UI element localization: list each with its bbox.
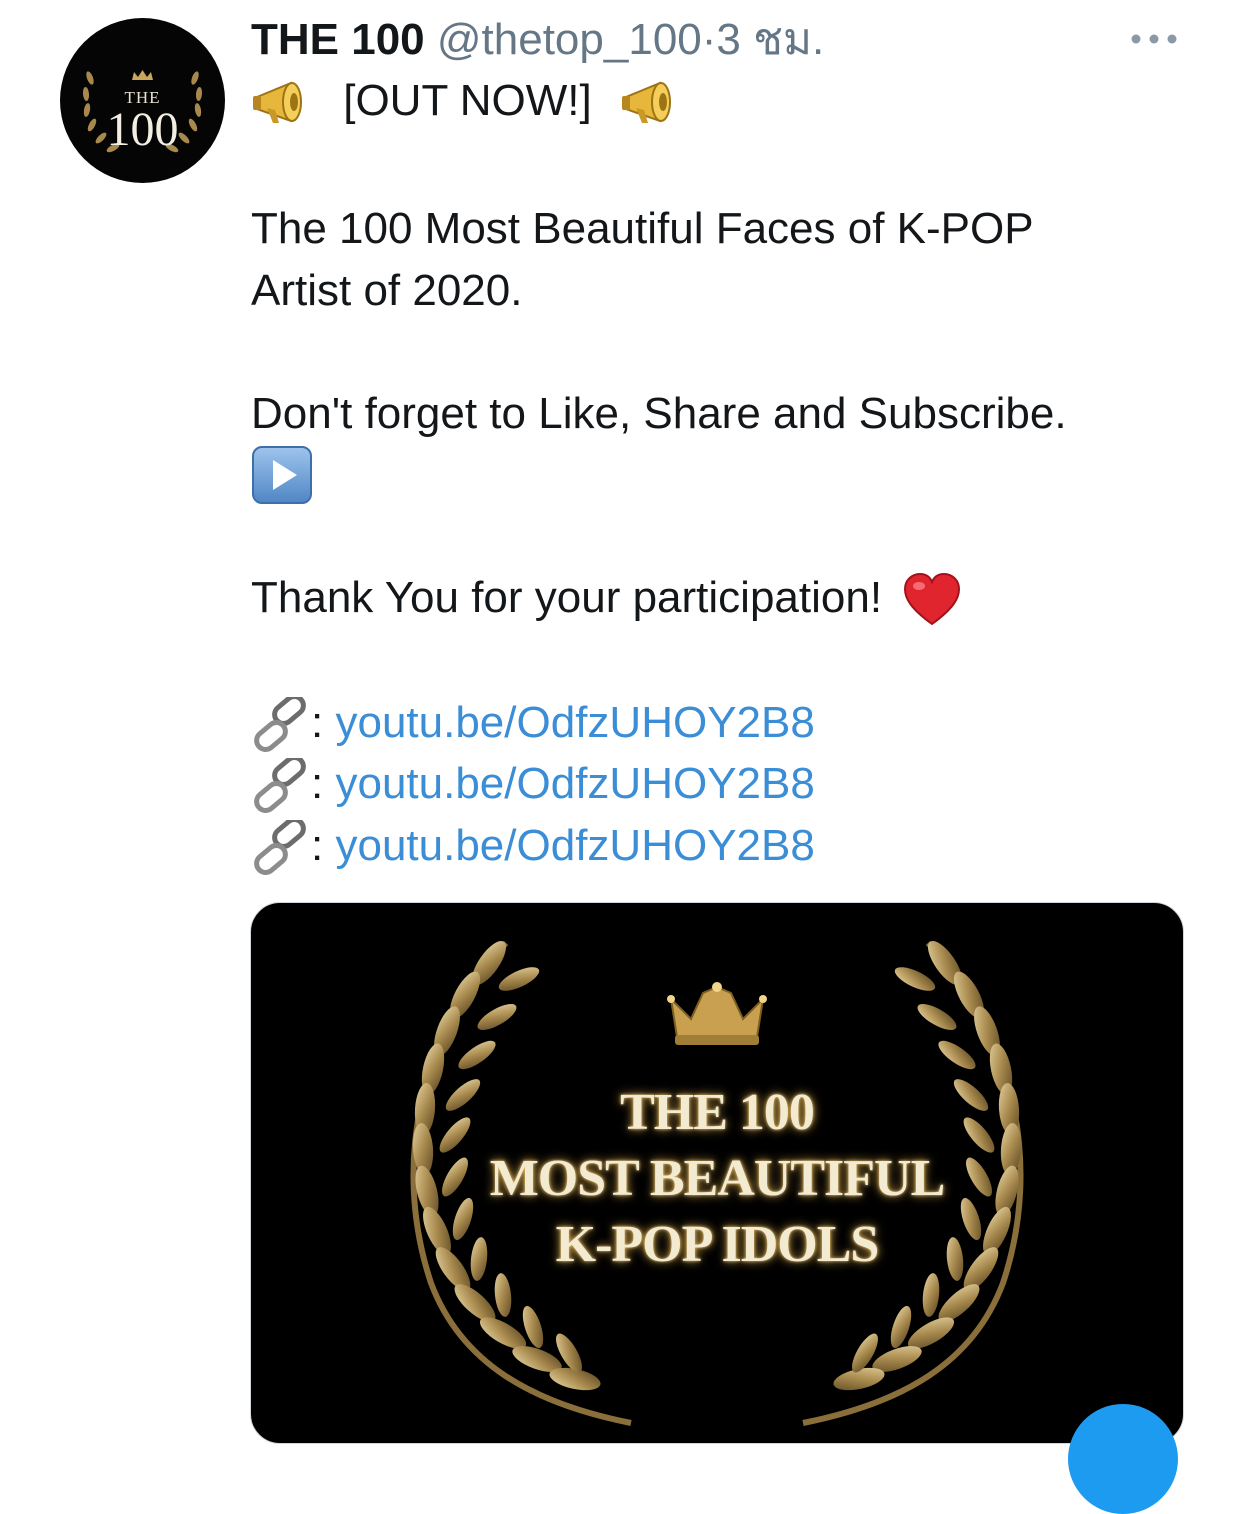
crown-icon bbox=[667, 982, 767, 1045]
link-prefix: : bbox=[311, 759, 324, 808]
tweet-thanks-line: Thank You for your participation! bbox=[251, 570, 962, 628]
avatar[interactable]: THE 100 bbox=[60, 18, 225, 183]
media-title-line: THE 100 bbox=[620, 1084, 815, 1141]
media-title-line: MOST BEAUTIFUL bbox=[489, 1150, 946, 1207]
youtube-link[interactable]: youtu.be/OdfzUHOY2B8 bbox=[335, 759, 814, 808]
more-horizontal-icon[interactable] bbox=[1128, 26, 1180, 52]
megaphone-icon bbox=[621, 81, 671, 124]
megaphone-icon bbox=[253, 81, 302, 124]
tweet-text-line: The 100 Most Beautiful Faces of K-POP bbox=[251, 204, 1034, 253]
chain-link-icon bbox=[254, 758, 306, 814]
link-prefix: : bbox=[311, 821, 324, 870]
media-card[interactable]: THE 100 MOST BEAUTIFUL K-POP IDOLS bbox=[250, 902, 1184, 1444]
user-handle[interactable]: @thetop_100 bbox=[437, 15, 702, 64]
announcement-text: [OUT NOW!] bbox=[343, 76, 592, 125]
tweet-text-line: Thank You for your participation! bbox=[251, 573, 883, 622]
chain-link-icon bbox=[254, 820, 306, 876]
link-row: : youtu.be/OdfzUHOY2B8 bbox=[251, 818, 815, 876]
tweet-line-announcement: [OUT NOW!] bbox=[251, 73, 682, 129]
timestamp[interactable]: 3 ชม. bbox=[716, 15, 824, 64]
tweet-text-line: Artist of 2020. bbox=[251, 266, 523, 315]
media-title-line: K-POP IDOLS bbox=[555, 1216, 880, 1273]
link-row: : youtu.be/OdfzUHOY2B8 bbox=[251, 695, 815, 753]
youtube-link[interactable]: youtu.be/OdfzUHOY2B8 bbox=[335, 698, 814, 747]
separator-dot: · bbox=[701, 15, 717, 64]
red-heart-icon bbox=[904, 573, 961, 626]
link-prefix: : bbox=[311, 698, 324, 747]
youtube-link[interactable]: youtu.be/OdfzUHOY2B8 bbox=[335, 821, 814, 870]
chain-link-icon bbox=[254, 697, 306, 753]
display-name[interactable]: THE 100 bbox=[251, 15, 425, 64]
avatar-number: 100 bbox=[106, 103, 179, 156]
tweet-text-line: Don't forget to Like, Share and Subscrib… bbox=[251, 389, 1067, 438]
tweet-header: THE 100 @thetop_100·3 ชม. bbox=[251, 12, 824, 68]
play-button-icon bbox=[252, 446, 312, 504]
link-row: : youtu.be/OdfzUHOY2B8 bbox=[251, 756, 815, 814]
crown-icon bbox=[132, 70, 153, 80]
